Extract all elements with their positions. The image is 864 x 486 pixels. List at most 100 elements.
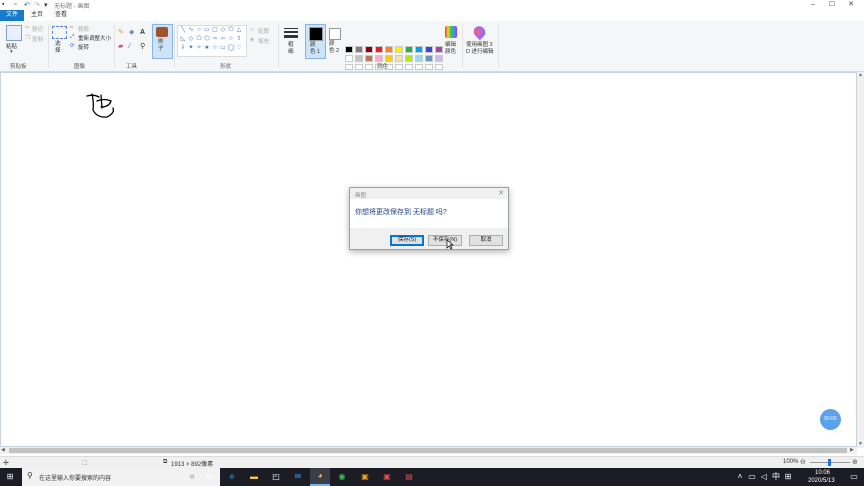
redo-icon[interactable]: ↷ [34, 1, 40, 9]
ribbon-separator [48, 24, 49, 68]
palette-swatch[interactable] [355, 55, 363, 62]
edge-icon[interactable]: e [226, 471, 238, 483]
palette-swatch-empty[interactable] [395, 64, 403, 70]
outline-button[interactable]: 轮廓 [258, 27, 269, 35]
customize-icon[interactable]: ▾ [44, 1, 48, 9]
palette-swatch[interactable] [435, 55, 443, 62]
wechat-icon[interactable]: ◉ [336, 471, 348, 483]
vertical-scrollbar[interactable]: ▲ ▼ [857, 72, 864, 448]
zoom-in-icon[interactable]: ⊕ [852, 458, 858, 466]
close-icon[interactable]: ✕ [842, 0, 860, 10]
paint-taskbar-button[interactable]: ◕ [310, 468, 330, 486]
floating-timer-button[interactable]: 00:00 [820, 409, 841, 430]
network-icon[interactable]: ▭ [746, 471, 758, 483]
palette-swatch[interactable] [435, 46, 443, 53]
palette-swatch-empty[interactable] [415, 64, 423, 70]
cut-button[interactable]: 剪切 [32, 25, 43, 33]
resize-button[interactable]: 重新调整大小 [78, 34, 111, 42]
scroll-right-icon[interactable]: ▶ [850, 447, 854, 453]
save-icon[interactable]: ▫ [14, 1, 16, 8]
brushes-button[interactable]: 刷 子 [152, 24, 173, 59]
palette-swatch[interactable] [395, 46, 403, 53]
palette-swatch-empty[interactable] [345, 64, 353, 70]
scroll-down-icon[interactable]: ▼ [858, 441, 863, 447]
palette-swatch[interactable] [395, 55, 403, 62]
tab-view[interactable]: 查看 [50, 10, 72, 21]
cancel-button[interactable]: 取消 [469, 235, 503, 246]
undo-icon[interactable]: ↶ [24, 1, 30, 9]
paste-icon[interactable] [6, 25, 22, 41]
crop-button[interactable]: 裁剪 [78, 25, 89, 33]
app-orange-icon[interactable]: ▣ [359, 471, 371, 483]
palette-swatch[interactable] [375, 46, 383, 53]
shapes-gallery[interactable]: ╲ ∿ ○ ▭ ▢ ◇ ⬠ △ ◺ ◇ ⬠ ⬡ ⇨ ⇦ ☆ ⇧ ⇩ ✦ ✧ ★ ☆ ▭ ◯ ♡ [177, 25, 247, 57]
dialog-close-icon[interactable]: ✕ [498, 189, 504, 197]
size-button[interactable]: 粗 细 [288, 42, 294, 56]
cortana-icon[interactable]: ○ [186, 471, 198, 483]
dont-save-button[interactable]: 不保存(N) [428, 235, 462, 246]
clock-date: 2020/5/13 [808, 478, 835, 484]
palette-swatch-empty[interactable] [425, 64, 433, 70]
tab-file[interactable]: 文件 [0, 10, 24, 21]
ime-icon[interactable]: 中 [770, 471, 782, 483]
app-red-icon[interactable]: ▣ [381, 471, 393, 483]
edit-colors-button[interactable]: 编辑 颜色 [445, 42, 456, 56]
rotate-button[interactable]: 旋转 [78, 43, 89, 51]
color2-button[interactable]: 颜 色 2 [326, 24, 343, 57]
palette-swatch-empty[interactable] [355, 64, 363, 70]
windows-start-icon[interactable]: ⊞ [4, 471, 16, 483]
volume-icon[interactable]: ◁ [758, 471, 770, 483]
scroll-left-icon[interactable]: ◀ [1, 447, 5, 453]
tray-chevron-icon[interactable]: ˄ [734, 471, 746, 483]
paste-dropdown-icon[interactable]: ▾ [10, 49, 13, 55]
app-doc-icon[interactable]: ▤ [403, 471, 415, 483]
drawing-canvas[interactable] [1, 73, 856, 446]
color-picker-icon[interactable]: ⁄ [129, 43, 130, 51]
scroll-thumb[interactable] [9, 448, 847, 453]
fill-button[interactable]: 填充 [258, 37, 269, 45]
zoom-slider-thumb[interactable] [828, 459, 831, 466]
select-button[interactable]: 选 择 [55, 41, 61, 55]
task-view-icon[interactable]: ⧉ [203, 471, 215, 483]
horizontal-scrollbar[interactable]: ◀ ▶ [0, 447, 857, 454]
text-icon[interactable]: A [140, 29, 145, 37]
pencil-icon[interactable]: ✎ [118, 29, 124, 37]
palette-swatch[interactable] [345, 55, 353, 62]
maximize-icon[interactable]: ☐ [823, 0, 841, 10]
palette-swatch[interactable] [365, 55, 373, 62]
palette-swatch[interactable] [365, 46, 373, 53]
palette-swatch-empty[interactable] [365, 64, 373, 70]
size-icon[interactable] [284, 27, 298, 40]
copy-button[interactable]: 复制 [32, 35, 43, 43]
palette-swatch[interactable] [405, 46, 413, 53]
palette-swatch[interactable] [415, 55, 423, 62]
palette-swatch-empty[interactable] [405, 64, 413, 70]
palette-swatch[interactable] [385, 55, 393, 62]
notification-icon[interactable]: ▭ [848, 471, 860, 483]
select-icon[interactable] [52, 26, 67, 39]
palette-swatch[interactable] [355, 46, 363, 53]
color1-button[interactable]: 颜 色 1 [305, 24, 326, 59]
palette-swatch[interactable] [375, 55, 383, 62]
minimize-icon[interactable]: – [804, 0, 822, 10]
tab-home[interactable]: 主页 [26, 10, 48, 21]
palette-swatch-empty[interactable] [435, 64, 443, 70]
save-button[interactable]: 保存(S) [390, 235, 424, 246]
file-explorer-icon[interactable]: ▬ [248, 471, 260, 483]
zoom-slider[interactable] [810, 459, 850, 466]
palette-swatch[interactable] [415, 46, 423, 53]
zoom-out-icon[interactable]: ⊖ [800, 458, 806, 466]
scroll-up-icon[interactable]: ▲ [858, 72, 863, 78]
paint3d-button[interactable]: 使用画图 3 D 进行编辑 [466, 42, 494, 56]
palette-swatch[interactable] [425, 55, 433, 62]
store-icon[interactable]: ◰ [270, 471, 282, 483]
palette-swatch[interactable] [345, 46, 353, 53]
palette-swatch[interactable] [385, 46, 393, 53]
ime-mode-icon[interactable]: ⊞ [782, 471, 794, 483]
fill-bucket-icon[interactable]: ◈ [129, 29, 134, 37]
palette-swatch[interactable] [425, 46, 433, 53]
eraser-icon[interactable]: ▰ [118, 43, 123, 51]
magnifier-icon[interactable]: ⚲ [140, 43, 145, 51]
palette-swatch[interactable] [405, 55, 413, 62]
mail-icon[interactable]: ✉ [292, 471, 304, 483]
